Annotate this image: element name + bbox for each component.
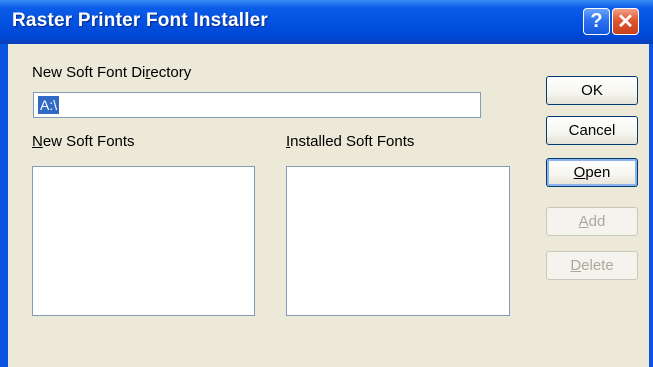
directory-label-part: ectory (150, 64, 192, 81)
new-soft-fonts-label-part: ew Soft Fonts (42, 133, 135, 150)
ok-button[interactable]: OK (546, 76, 638, 105)
new-soft-fonts-list[interactable] (32, 166, 255, 316)
open-button[interactable]: Open (546, 158, 638, 187)
directory-label-part: New Soft Font Di (32, 64, 146, 81)
delete-button[interactable]: Delete (546, 251, 638, 280)
add-button-label: dd (588, 213, 606, 230)
open-button-mnemonic: O (573, 164, 586, 181)
cancel-button[interactable]: Cancel (546, 116, 638, 145)
dialog-body: New Soft Font Directory A:\ New Soft Fon… (8, 44, 653, 367)
installed-soft-fonts-label-part: nstalled Soft Fonts (290, 133, 415, 150)
cancel-button-label: Cancel (568, 122, 616, 139)
directory-label: New Soft Font Directory (32, 64, 191, 81)
new-soft-fonts-label: New Soft Fonts (32, 133, 135, 150)
help-icon: ? (590, 10, 603, 32)
add-button-mnemonic: A (578, 213, 589, 230)
directory-input[interactable]: A:\ (33, 92, 481, 118)
installed-soft-fonts-list[interactable] (286, 166, 510, 316)
title-bar[interactable]: Raster Printer Font Installer ? ✕ (0, 0, 653, 44)
directory-input-value: A:\ (38, 96, 60, 114)
window-frame-right (649, 44, 653, 367)
new-soft-fonts-mnemonic: N (32, 133, 43, 150)
close-icon: ✕ (617, 11, 634, 33)
window-title: Raster Printer Font Installer (12, 10, 269, 31)
dialog-window: Raster Printer Font Installer ? ✕ New So… (0, 0, 653, 367)
delete-button-mnemonic: D (570, 257, 582, 274)
installed-soft-fonts-label: Installed Soft Fonts (286, 133, 414, 150)
add-button[interactable]: Add (546, 207, 638, 236)
ok-button-label: OK (581, 82, 603, 99)
help-button[interactable]: ? (583, 8, 610, 35)
delete-button-label: elete (581, 257, 614, 274)
open-button-label: pen (585, 164, 611, 181)
close-button[interactable]: ✕ (612, 8, 639, 35)
